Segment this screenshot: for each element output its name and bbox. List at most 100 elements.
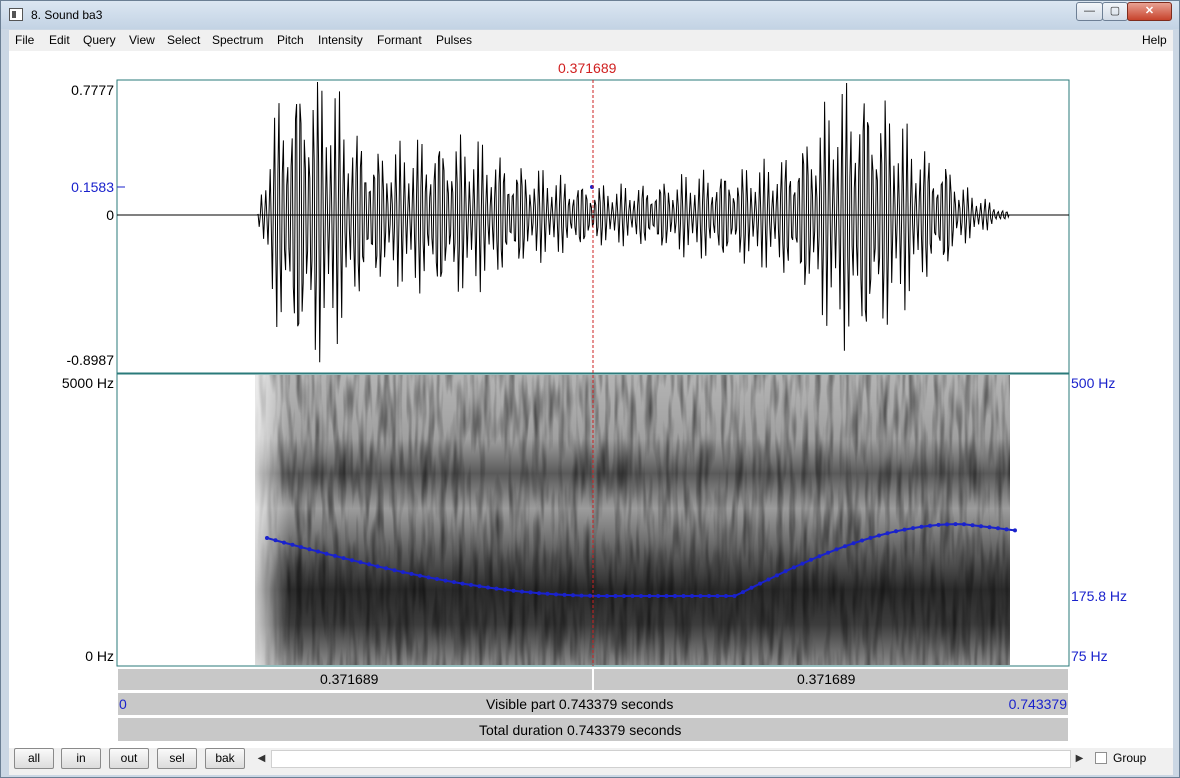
pitch-point	[545, 591, 550, 596]
pitch-point	[741, 590, 745, 595]
pitch-point	[698, 594, 703, 598]
total-duration-label: Total duration 0.743379 seconds	[479, 722, 682, 738]
zoom-back-button[interactable]: bak	[205, 748, 245, 769]
pitch-point	[469, 582, 473, 587]
pitch-point	[401, 570, 405, 575]
window-client: File Edit Query View Select Spectrum Pit…	[9, 30, 1173, 775]
spectrogram-freq-bottom: 0 Hz	[85, 648, 114, 664]
menu-intensity[interactable]: Intensity	[318, 33, 363, 47]
pitch-point	[273, 538, 278, 543]
menu-formant[interactable]: Formant	[377, 33, 422, 47]
pitch-point	[987, 525, 992, 530]
pitch-point	[409, 571, 414, 576]
pitch-point	[877, 533, 881, 538]
menu-help[interactable]: Help	[1142, 33, 1167, 47]
pitch-point	[970, 523, 975, 528]
pitch-bottom-label: 75 Hz	[1071, 648, 1108, 664]
signal-plot[interactable]	[9, 51, 1173, 748]
pitch-point	[554, 592, 558, 597]
pitch-point	[307, 547, 312, 552]
pitch-point	[426, 575, 431, 580]
menu-pulses[interactable]: Pulses	[436, 33, 472, 47]
pitch-point	[282, 540, 286, 545]
visible-start-label: 0	[119, 696, 127, 712]
total-duration-bar[interactable]: Total duration 0.743379 seconds	[117, 717, 1069, 742]
pitch-point	[579, 593, 584, 598]
pitch-point	[477, 584, 482, 589]
pitch-point	[902, 527, 907, 532]
menu-select[interactable]: Select	[167, 33, 200, 47]
pitch-point	[996, 526, 1000, 531]
zoom-out-button[interactable]: out	[109, 748, 149, 769]
pitch-point	[630, 594, 635, 598]
time-segment-left-label: 0.371689	[320, 671, 379, 687]
zoom-all-button[interactable]: all	[14, 748, 54, 769]
pitch-point	[792, 565, 796, 570]
pitch-point	[375, 564, 380, 569]
pitch-point	[809, 557, 813, 562]
time-segment-right[interactable]: 0.371689	[593, 668, 1069, 691]
pitch-point	[834, 547, 839, 552]
window-title: 8. Sound ba3	[31, 8, 103, 22]
pitch-point	[749, 585, 754, 590]
pitch-point	[528, 590, 533, 595]
menu-file[interactable]: File	[15, 33, 34, 47]
pitch-point	[562, 592, 567, 597]
horizontal-scrollbar[interactable]	[271, 750, 1071, 768]
minimize-button[interactable]: —	[1076, 2, 1103, 21]
pitch-point	[758, 581, 762, 586]
pitch-point	[299, 545, 303, 550]
visible-part-label: Visible part 0.743379 seconds	[486, 696, 674, 712]
pitch-point	[290, 542, 295, 547]
pitch-point	[715, 594, 720, 598]
visible-end-label: 0.743379	[1008, 696, 1067, 712]
close-button[interactable]: ✕	[1127, 2, 1172, 21]
menu-spectrum[interactable]: Spectrum	[212, 33, 263, 47]
pitch-point	[358, 560, 363, 565]
pitch-point	[418, 573, 422, 578]
pitch-point	[316, 549, 320, 554]
pitch-cursor-value: 175.8 Hz	[1071, 588, 1128, 604]
zoom-in-button[interactable]: in	[61, 748, 101, 769]
pitch-point	[945, 522, 949, 527]
waveform-max-label: 0.7777	[71, 82, 114, 98]
pitch-point	[860, 538, 864, 543]
pitch-point	[953, 522, 958, 527]
pitch-point	[1004, 527, 1009, 532]
cursor-time-label: 0.371689	[558, 60, 617, 76]
pitch-point	[520, 589, 524, 594]
menu-view[interactable]: View	[129, 33, 155, 47]
pitch-point	[936, 522, 941, 527]
sound-editor-canvas[interactable]: 0.371689 0.7777 0.1583 0 -0.8987 5000 Hz…	[9, 51, 1173, 771]
menu-edit[interactable]: Edit	[49, 33, 70, 47]
maximize-button[interactable]: ▢	[1102, 2, 1128, 21]
pitch-point	[341, 556, 346, 561]
pitch-point	[800, 561, 805, 566]
bottom-toolbar: all in out sel bak ◀ ▶ Group	[9, 748, 1173, 775]
menu-bar: File Edit Query View Select Spectrum Pit…	[9, 30, 1173, 51]
pitch-point	[460, 581, 465, 586]
pitch-point	[324, 551, 329, 556]
pitch-point	[622, 594, 626, 598]
menu-query[interactable]: Query	[83, 33, 116, 47]
title-bar[interactable]: 8. Sound ba3 — ▢ ✕	[1, 1, 1179, 29]
pitch-point	[537, 591, 541, 596]
pitch-point	[350, 558, 354, 563]
pitch-point	[486, 585, 490, 590]
zoom-selection-button[interactable]: sel	[157, 748, 197, 769]
scroll-left-arrow[interactable]: ◀	[253, 750, 270, 768]
pitch-point	[588, 593, 592, 598]
pitch-point	[503, 587, 507, 592]
pitch-point	[656, 594, 660, 598]
pitch-point	[911, 526, 915, 531]
scroll-right-arrow[interactable]: ▶	[1071, 750, 1088, 768]
pitch-point	[732, 594, 737, 598]
visible-part-bar[interactable]: Visible part 0.743379 seconds	[117, 692, 1069, 716]
pitch-point	[511, 588, 516, 593]
group-checkbox[interactable]	[1095, 752, 1107, 764]
menu-pitch[interactable]: Pitch	[277, 33, 304, 47]
spectrogram-image	[249, 375, 1010, 665]
time-segment-left[interactable]: 0.371689	[117, 668, 593, 691]
pitch-point	[452, 580, 456, 585]
spectrogram-freq-top: 5000 Hz	[61, 375, 114, 391]
